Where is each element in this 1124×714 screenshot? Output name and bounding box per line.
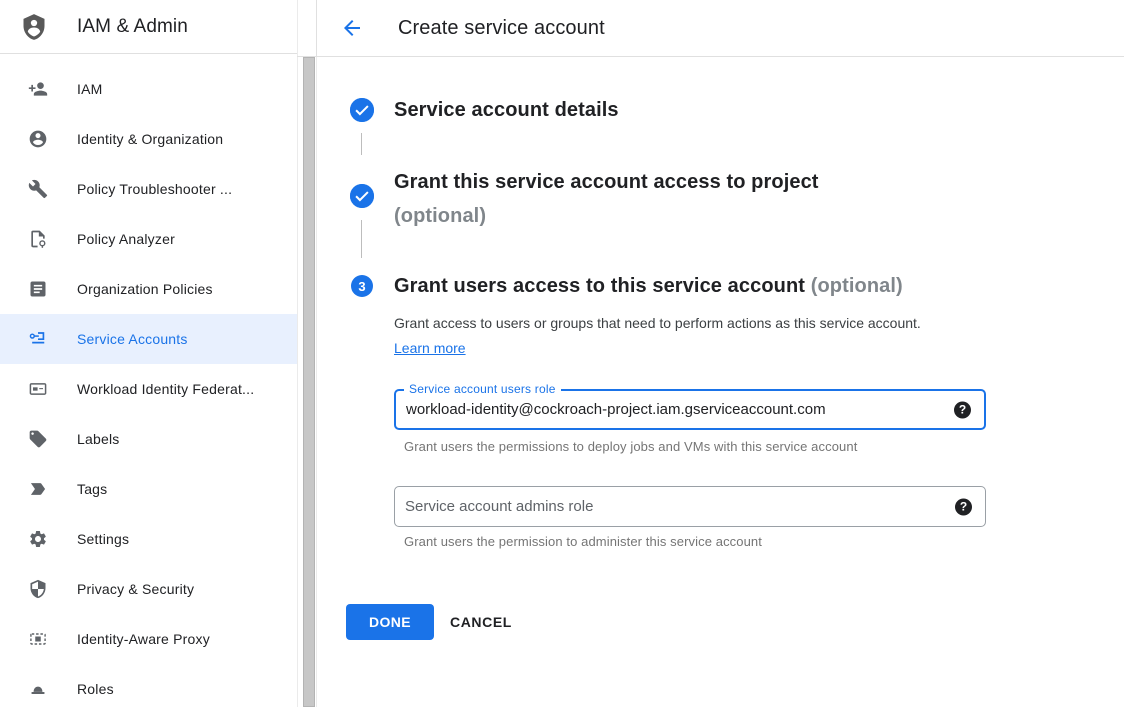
sidebar-item-settings[interactable]: Settings xyxy=(0,514,297,564)
proxy-frame-icon xyxy=(28,629,48,649)
sidebar-item-labels[interactable]: Labels xyxy=(0,414,297,464)
person-add-icon xyxy=(28,79,48,99)
sidebar-item-label: Identity-Aware Proxy xyxy=(77,631,210,647)
divider xyxy=(297,56,1124,57)
account-circle-icon xyxy=(28,129,48,149)
sidebar-item-iam[interactable]: IAM xyxy=(0,64,297,114)
admins-role-field: ? xyxy=(394,486,986,527)
gear-icon xyxy=(28,529,48,549)
step-connector xyxy=(361,133,362,155)
cancel-button[interactable]: CANCEL xyxy=(434,604,528,640)
admins-role-helper: Grant users the permission to administer… xyxy=(404,534,762,549)
step3-number-badge: 3 xyxy=(351,275,373,297)
step2-optional-text: (optional) xyxy=(394,205,486,227)
sidebar-item-policy-troubleshooter[interactable]: Policy Troubleshooter ... xyxy=(0,164,297,214)
wrench-icon xyxy=(28,179,48,199)
sidebar-item-identity-organization[interactable]: Identity & Organization xyxy=(0,114,297,164)
sidebar-item-label: Tags xyxy=(77,481,107,497)
step1-check-icon xyxy=(350,98,374,122)
sidebar-item-service-accounts[interactable]: Service Accounts xyxy=(0,314,297,364)
step3-description: Grant access to users or groups that nee… xyxy=(394,311,939,361)
tag-icon xyxy=(28,429,48,449)
learn-more-link[interactable]: Learn more xyxy=(394,340,466,356)
sidebar-item-tags[interactable]: Tags xyxy=(0,464,297,514)
arrow-tag-icon xyxy=(28,479,48,499)
sidebar-header: IAM & Admin xyxy=(0,0,297,54)
iam-shield-icon xyxy=(20,11,48,43)
service-account-key-icon xyxy=(28,329,48,349)
page-title: Create service account xyxy=(398,17,605,40)
sidebar-item-privacy-security[interactable]: Privacy & Security xyxy=(0,564,297,614)
sidebar-item-label: Policy Troubleshooter ... xyxy=(77,181,232,197)
sidebar-item-policy-analyzer[interactable]: Policy Analyzer xyxy=(0,214,297,264)
step3-optional-text: (optional) xyxy=(811,275,903,297)
done-button[interactable]: DONE xyxy=(346,604,434,640)
app-bar: Create service account xyxy=(317,0,1124,56)
sidebar-item-label: Identity & Organization xyxy=(77,131,223,147)
sidebar-item-label: Privacy & Security xyxy=(77,581,194,597)
help-icon[interactable]: ? xyxy=(955,498,972,515)
sidebar-item-label: Workload Identity Federat... xyxy=(77,381,254,397)
admins-role-input[interactable] xyxy=(395,487,985,526)
membership-card-icon xyxy=(28,379,48,399)
step2-title[interactable]: Grant this service account access to pro… xyxy=(394,165,909,233)
sidebar-item-label: Settings xyxy=(77,531,129,547)
sidebar-item-label: Labels xyxy=(77,431,119,447)
users-role-input[interactable] xyxy=(396,391,984,428)
sidebar-item-workload-identity-federat[interactable]: Workload Identity Federat... xyxy=(0,364,297,414)
back-button[interactable] xyxy=(340,16,364,40)
hat-icon xyxy=(28,679,48,699)
divider xyxy=(0,53,297,54)
article-icon xyxy=(28,279,48,299)
sidebar-item-label: Roles xyxy=(77,681,114,697)
step2-title-text: Grant this service account access to pro… xyxy=(394,171,819,193)
sidebar-scrollbar-thumb[interactable] xyxy=(303,57,315,707)
step3-title: Grant users access to this service accou… xyxy=(394,273,903,300)
sidebar-item-organization-policies[interactable]: Organization Policies xyxy=(0,264,297,314)
arrow-back-icon xyxy=(340,16,364,40)
sidebar-nav: IAM Identity & Organization Policy Trouble… xyxy=(0,64,297,714)
step3-title-text: Grant users access to this service accou… xyxy=(394,275,805,297)
step1-title[interactable]: Service account details xyxy=(394,97,619,124)
section-title: IAM & Admin xyxy=(77,16,188,38)
sidebar-item-label: Organization Policies xyxy=(77,281,213,297)
users-role-field: Service account users role ? xyxy=(394,389,986,430)
shield-half-icon xyxy=(28,579,48,599)
step2-check-icon xyxy=(350,184,374,208)
users-role-helper: Grant users the permissions to deploy jo… xyxy=(404,439,857,454)
step3-number: 3 xyxy=(358,279,365,294)
sidebar: IAM & Admin IAM Identity & Organization Po… xyxy=(0,0,297,707)
sidebar-item-label: Policy Analyzer xyxy=(77,231,175,247)
sidebar-item-identity-aware-proxy[interactable]: Identity-Aware Proxy xyxy=(0,614,297,664)
sidebar-item-label: IAM xyxy=(77,81,103,97)
step-connector xyxy=(361,220,362,258)
step3-description-text: Grant access to users or groups that nee… xyxy=(394,315,921,331)
help-icon[interactable]: ? xyxy=(954,401,971,418)
step1-title-text: Service account details xyxy=(394,99,619,121)
policy-analyzer-icon xyxy=(28,229,48,249)
sidebar-item-label: Service Accounts xyxy=(77,331,188,347)
